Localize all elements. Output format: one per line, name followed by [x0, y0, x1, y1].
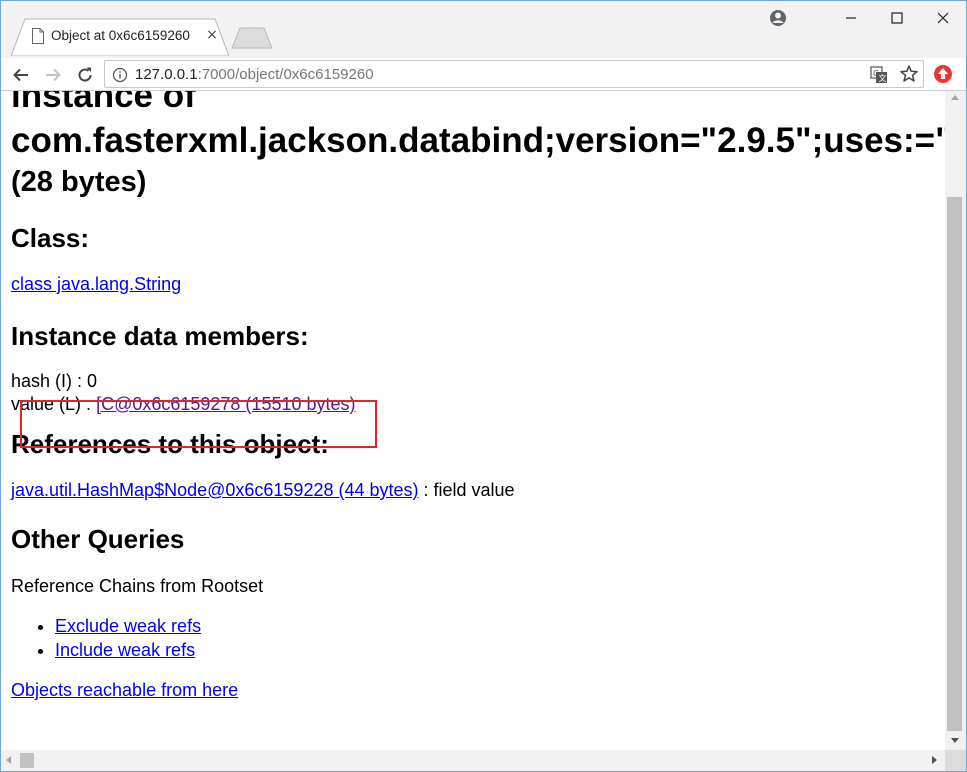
forward-arrow-icon — [46, 68, 61, 82]
reference-row: java.util.HashMap$Node@0x6c6159228 (44 b… — [11, 478, 945, 502]
query-list: Exclude weak refs Include weak refs — [55, 614, 945, 662]
info-icon[interactable] — [112, 67, 128, 83]
tab-close-icon[interactable]: × — [205, 27, 219, 43]
reload-button[interactable] — [72, 62, 98, 88]
reload-icon — [78, 67, 92, 82]
exclude-weak-refs-link[interactable]: Exclude weak refs — [55, 616, 201, 636]
list-item: Include weak refs — [55, 638, 945, 662]
scroll-left-arrow-icon[interactable] — [6, 756, 11, 764]
maximize-button[interactable] — [874, 1, 920, 35]
horizontal-scrollbar[interactable] — [1, 750, 945, 771]
maximize-icon — [891, 12, 903, 24]
minimize-button[interactable] — [828, 1, 874, 35]
back-button[interactable] — [8, 62, 34, 88]
reachable-objects-link[interactable]: Objects reachable from here — [11, 680, 238, 700]
page-icon — [32, 28, 44, 44]
object-heading: instance of com.fasterxml.jackson.databi… — [11, 91, 945, 201]
member-hash: hash (I) : 0 — [11, 371, 98, 391]
back-arrow-icon — [13, 68, 28, 82]
other-queries-heading: Other Queries — [11, 524, 185, 554]
heading-line-1: instance of — [11, 91, 196, 115]
list-item: Exclude weak refs — [55, 614, 945, 638]
heading-line-2: com.fasterxml.jackson.databind;version="… — [11, 121, 945, 160]
class-link[interactable]: class java.lang.String — [11, 274, 181, 294]
include-weak-refs-link[interactable]: Include weak refs — [55, 640, 195, 660]
browser-toolbar: 127.0.0.1:7000/object/0x6c6159260 G 文 — [1, 58, 966, 91]
reference-suffix: : field value — [418, 480, 515, 500]
page-content: instance of com.fasterxml.jackson.databi… — [11, 91, 945, 702]
forward-button[interactable] — [40, 62, 66, 88]
vertical-scroll-thumb[interactable] — [947, 197, 962, 731]
url-text[interactable]: 127.0.0.1:7000/object/0x6c6159260 — [135, 66, 374, 83]
browser-window: Object at 0x6c6159260 × 127.0.0.1:7000/o… — [0, 0, 967, 772]
reference-link[interactable]: java.util.HashMap$Node@0x6c6159228 (44 b… — [11, 480, 419, 500]
new-tab-button[interactable] — [231, 27, 273, 49]
scrollbar-corner — [945, 750, 966, 771]
scroll-down-arrow-icon[interactable] — [951, 738, 959, 743]
window-controls — [828, 1, 966, 35]
scroll-up-arrow-icon[interactable] — [951, 95, 959, 100]
vertical-scrollbar[interactable] — [945, 91, 966, 750]
extension-upload-icon[interactable] — [932, 63, 954, 85]
heading-size: (28 bytes) — [11, 166, 147, 198]
svg-text:文: 文 — [879, 73, 887, 83]
tab-strip: Object at 0x6c6159260 × — [1, 1, 966, 58]
url-host: 127.0.0.1 — [135, 66, 198, 83]
highlight-annotation — [20, 400, 377, 448]
bookmark-star-icon[interactable] — [899, 64, 919, 84]
horizontal-scroll-thumb[interactable] — [20, 753, 34, 768]
browser-tab[interactable]: Object at 0x6c6159260 × — [11, 18, 229, 56]
minimize-icon — [846, 17, 856, 19]
address-bar[interactable]: 127.0.0.1:7000/object/0x6c6159260 G 文 — [104, 60, 924, 88]
profile-icon[interactable] — [767, 7, 789, 29]
close-icon — [937, 12, 949, 24]
class-heading: Class: — [11, 223, 90, 253]
tab-title: Object at 0x6c6159260 — [51, 28, 190, 43]
members-heading: Instance data members: — [11, 321, 309, 351]
url-path: :7000/object/0x6c6159260 — [197, 66, 374, 83]
translate-icon[interactable]: G 文 — [870, 66, 888, 84]
close-window-button[interactable] — [920, 1, 966, 35]
scroll-right-arrow-icon[interactable] — [932, 756, 937, 764]
reference-chains-label: Reference Chains from Rootset — [11, 576, 264, 596]
